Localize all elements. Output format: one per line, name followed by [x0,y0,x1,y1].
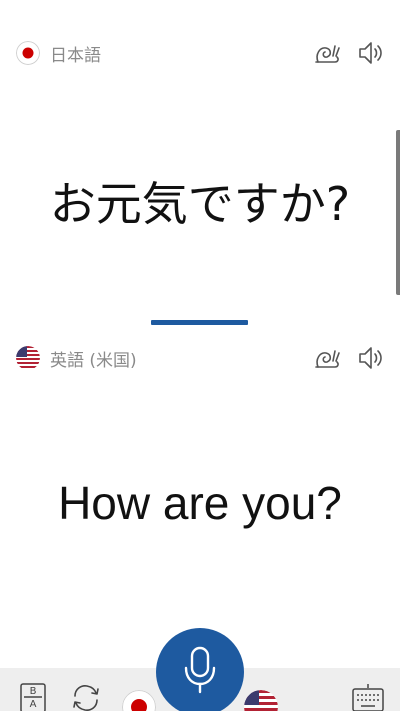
microphone-icon [183,646,217,698]
target-language-row: 英語 (米国) [16,343,386,373]
scroll-indicator [396,130,400,295]
source-language-row: 日本語 [16,38,386,68]
swap-icon[interactable] [70,682,102,711]
target-language-label[interactable]: 英語 (米国) [50,346,298,371]
target-phrase-text[interactable]: How are you? [0,476,400,530]
keyboard-icon[interactable] [350,682,386,711]
svg-text:A: A [30,699,37,710]
translator-screen: 日本語 お元気ですか? 英語 (米国) How are you? B A [0,0,400,711]
svg-text:B: B [30,686,37,697]
microphone-button[interactable] [156,628,244,711]
source-language-label[interactable]: 日本語 [50,41,298,66]
source-phrase-text[interactable]: お元気ですか? [0,168,400,234]
speaker-icon[interactable] [356,38,386,68]
panel-divider [151,320,248,325]
speaker-icon[interactable] [356,343,386,373]
dictionary-icon[interactable]: B A [18,682,48,711]
snail-icon[interactable] [312,343,342,373]
us-flag-icon[interactable] [16,346,40,370]
japan-flag-icon[interactable] [16,41,40,65]
snail-icon[interactable] [312,38,342,68]
